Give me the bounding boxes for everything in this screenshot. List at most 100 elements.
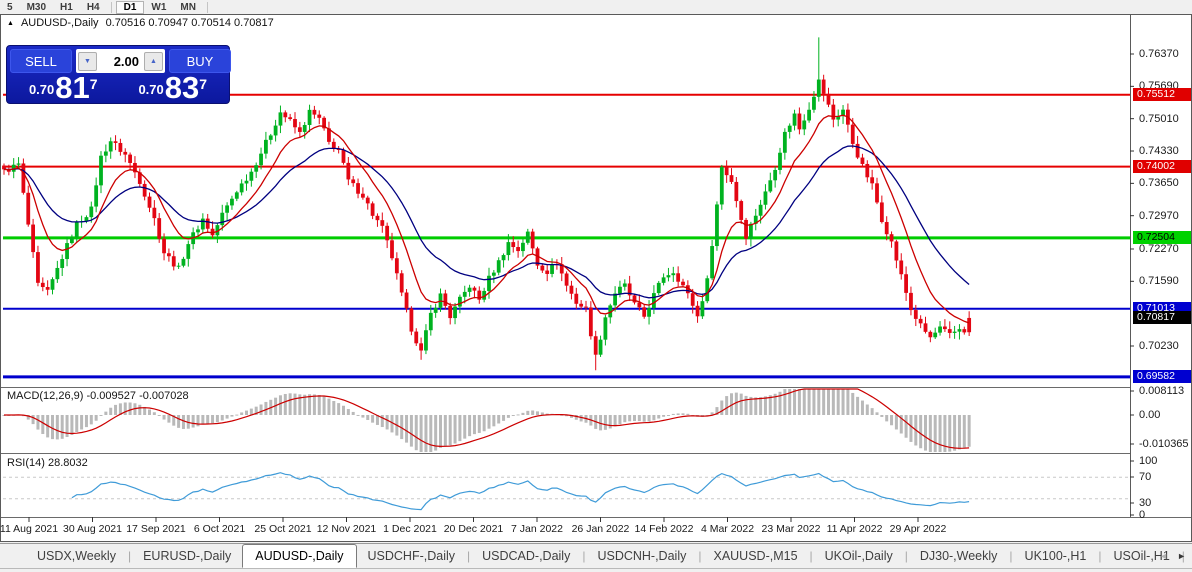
candle-body [244, 180, 249, 184]
candle-body [448, 305, 453, 319]
macd-histogram-bar [414, 415, 418, 451]
macd-histogram-bar [720, 400, 724, 415]
timeframe-button-h1[interactable]: H1 [53, 1, 80, 14]
candle-body [879, 202, 884, 223]
chart-tab-uk100h1[interactable]: UK100-,H1 [1014, 546, 1098, 566]
macd-histogram-bar [686, 413, 690, 415]
candle-body [695, 305, 700, 317]
macd-histogram-bar [41, 415, 45, 434]
candle-body [365, 197, 370, 204]
macd-histogram-bar [308, 394, 312, 415]
candle-body [341, 149, 346, 163]
timeframe-button-5[interactable]: 5 [0, 1, 20, 14]
candle-body [234, 192, 239, 199]
macd-histogram-bar [734, 392, 738, 415]
candle-body [928, 331, 933, 338]
chart-tab-usdcnhdaily[interactable]: USDCNH-,Daily [586, 546, 697, 566]
candle-body [414, 331, 419, 344]
volume-decrease-button[interactable]: ▼ [78, 51, 97, 71]
collapse-arrow-icon[interactable]: ▲ [7, 20, 14, 27]
candle-body [787, 125, 792, 132]
candle-body [196, 229, 200, 233]
candle-body [472, 287, 477, 291]
candle-body [967, 317, 972, 333]
candle-body [205, 218, 210, 229]
candle-body [855, 143, 860, 158]
candle-body [356, 183, 360, 194]
sell-price-box[interactable]: 0.70 81 7 [10, 72, 117, 103]
candle-body [259, 153, 263, 166]
macd-histogram-bar [439, 415, 442, 448]
macd-header: MACD(12,26,9) -0.009527 -0.007028 [7, 390, 189, 402]
chart-tab-xauusdm15[interactable]: XAUUSD-,M15 [702, 546, 808, 566]
chart-tab-hk50[interactable]: HK50-, [1186, 546, 1192, 566]
volume-increase-button[interactable]: ▲ [144, 51, 163, 71]
macd-histogram-bar [759, 397, 763, 415]
candle-body [598, 339, 603, 355]
chart-tab-usdcaddaily[interactable]: USDCAD-,Daily [471, 546, 581, 566]
timeframe-button-w1[interactable]: W1 [144, 1, 173, 14]
candle-body [45, 287, 50, 290]
chart-tab-usdchfdaily[interactable]: USDCHF-,Daily [357, 546, 467, 566]
macd-histogram-bar [259, 404, 263, 415]
timeframe-button-mn[interactable]: MN [173, 1, 203, 14]
macd-histogram-bar [80, 415, 84, 430]
macd-histogram-bar [288, 393, 292, 415]
timeframe-button-m30[interactable]: M30 [20, 1, 53, 14]
candle-body [574, 293, 579, 304]
chart-tab-dj30weekly[interactable]: DJ30-,Weekly [909, 546, 1009, 566]
candle-body [875, 183, 879, 203]
candle-body [288, 117, 293, 120]
macd-histogram-bar [851, 392, 855, 415]
axis-column-bg [1131, 15, 1191, 517]
tab-scroll-right-icon[interactable]: ► [1177, 551, 1186, 561]
macd-histogram-bar [448, 415, 452, 446]
candle-body [647, 308, 651, 317]
buy-price-box[interactable]: 0.70 83 7 [120, 72, 227, 103]
macd-histogram-bar [647, 415, 651, 422]
chart-tab-eurusddaily[interactable]: EURUSD-,Daily [132, 546, 242, 566]
macd-histogram-bar [865, 404, 869, 415]
macd-histogram-bar [351, 411, 355, 415]
macd-histogram-bar [608, 415, 612, 429]
chart-window: ▲ AUDUSD-,Daily 0.70516 0.70947 0.70514 … [0, 14, 1192, 542]
macd-histogram-bar [245, 410, 248, 415]
macd-histogram-bar [482, 415, 486, 432]
macd-histogram-bar [220, 415, 224, 421]
macd-histogram-bar [676, 413, 680, 415]
candle-body [230, 198, 234, 206]
chart-tab-usdxweekly[interactable]: USDX,Weekly [26, 546, 127, 566]
macd-histogram-bar [531, 410, 535, 415]
candle-body [681, 281, 685, 286]
buy-price-prefix: 0.70 [138, 82, 164, 97]
volume-input[interactable] [97, 52, 144, 70]
candle-body [952, 331, 957, 333]
macd-histogram-bar [962, 415, 966, 449]
candle-body [802, 120, 807, 130]
toolbar-separator [110, 1, 112, 13]
candle-body [283, 112, 288, 118]
ma-fast-line [3, 114, 970, 324]
macd-histogram-bar [70, 415, 74, 435]
timeframe-button-h4[interactable]: H4 [80, 1, 107, 14]
timeframe-button-d1[interactable]: D1 [115, 0, 145, 14]
macd-histogram-bar [536, 411, 539, 415]
macd-histogram-bar [167, 415, 171, 423]
chart-tab-ukoildaily[interactable]: UKOil-,Daily [814, 546, 904, 566]
candle-body [918, 318, 923, 324]
tab-scroll-left-icon[interactable]: ◄ [1159, 551, 1168, 561]
timeframe-toolbar: 5 M30 H1 H4 D1 W1 MN [0, 0, 1192, 14]
candle-body [491, 272, 496, 276]
candle-body [162, 238, 166, 254]
macd-histogram-bar [846, 389, 850, 415]
candle-body [351, 179, 356, 184]
candle-body [661, 277, 666, 283]
candle-body [171, 256, 176, 267]
chart-ohlc-values: 0.70516 0.70947 0.70514 0.70817 [105, 17, 274, 29]
candle-body [690, 293, 695, 306]
candle-body [317, 114, 322, 118]
candle-body [118, 142, 123, 152]
chart-tab-audusddaily[interactable]: AUDUSD-,Daily [242, 543, 357, 568]
candle-body [462, 291, 467, 297]
macd-histogram-bar [836, 389, 840, 415]
